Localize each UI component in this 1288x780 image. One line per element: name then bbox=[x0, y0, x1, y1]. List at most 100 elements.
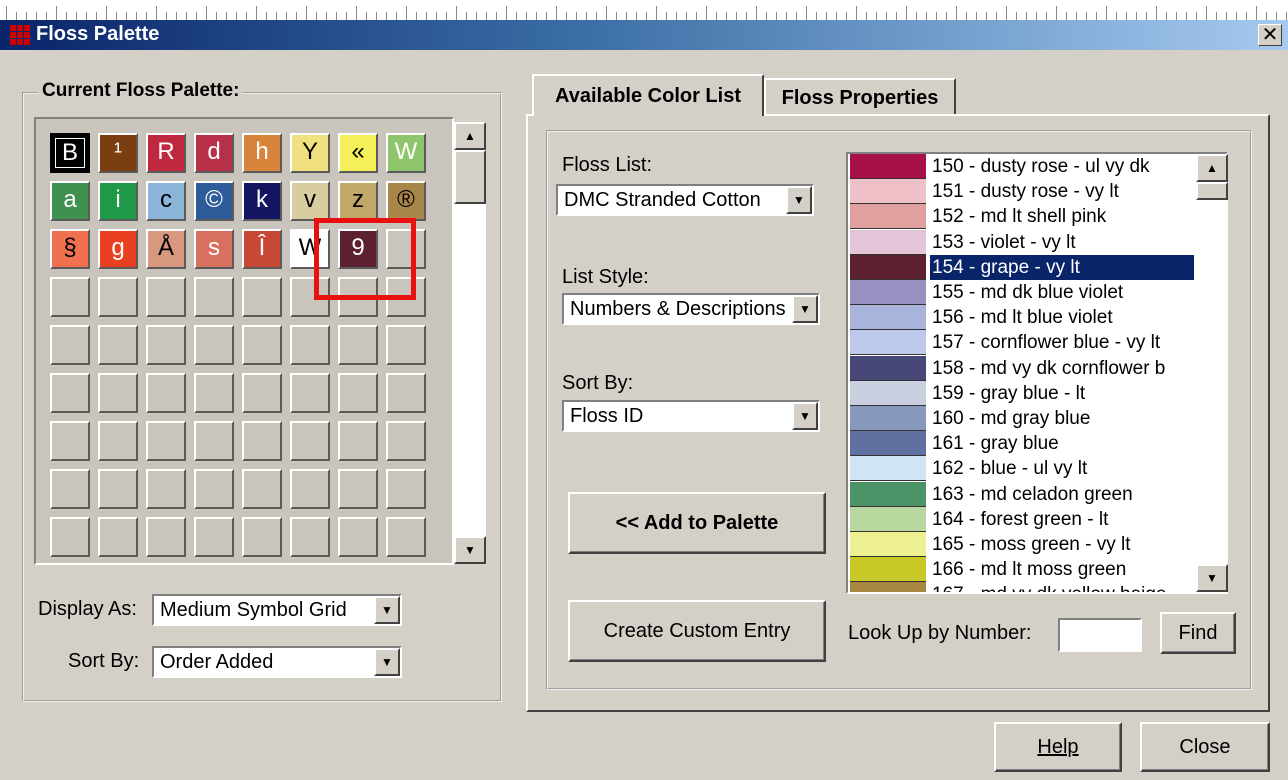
palette-cell-empty[interactable] bbox=[50, 421, 90, 461]
scroll-down-button[interactable]: ▼ bbox=[1196, 564, 1228, 592]
palette-cell[interactable]: v bbox=[290, 181, 330, 221]
scroll-up-button[interactable]: ▲ bbox=[1196, 154, 1228, 182]
palette-cell-empty[interactable] bbox=[194, 277, 234, 317]
list-sort-dropdown[interactable]: Floss ID ▼ bbox=[562, 400, 820, 432]
color-list-scrollbar[interactable]: ▲ ▼ bbox=[1196, 154, 1228, 592]
palette-cell-empty[interactable] bbox=[146, 277, 186, 317]
display-as-dropdown[interactable]: Medium Symbol Grid ▼ bbox=[152, 594, 402, 626]
palette-cell[interactable]: d bbox=[194, 133, 234, 173]
palette-cell-empty[interactable] bbox=[194, 325, 234, 365]
palette-cell-empty[interactable] bbox=[290, 373, 330, 413]
palette-cell-empty[interactable] bbox=[50, 325, 90, 365]
add-to-palette-button[interactable]: << Add to Palette bbox=[568, 492, 826, 554]
floss-list-dropdown[interactable]: DMC Stranded Cotton ▼ bbox=[556, 184, 814, 216]
palette-cell-empty[interactable] bbox=[242, 517, 282, 557]
palette-cell-empty[interactable] bbox=[146, 517, 186, 557]
scroll-down-button[interactable]: ▼ bbox=[454, 536, 486, 564]
color-list-item[interactable]: 165 - moss green - vy lt bbox=[848, 532, 1194, 557]
palette-cell[interactable]: k bbox=[242, 181, 282, 221]
palette-cell-empty[interactable] bbox=[386, 325, 426, 365]
palette-cell[interactable]: « bbox=[338, 133, 378, 173]
scroll-thumb[interactable] bbox=[1196, 182, 1228, 200]
scroll-up-button[interactable]: ▲ bbox=[454, 122, 486, 150]
palette-cell-empty[interactable] bbox=[98, 277, 138, 317]
chevron-down-icon[interactable]: ▼ bbox=[374, 596, 400, 624]
palette-cell-empty[interactable] bbox=[242, 469, 282, 509]
palette-cell-empty[interactable] bbox=[98, 517, 138, 557]
color-list-item[interactable]: 163 - md celadon green bbox=[848, 481, 1194, 507]
list-style-dropdown[interactable]: Numbers & Descriptions ▼ bbox=[562, 293, 820, 325]
color-list-item[interactable]: 152 - md lt shell pink bbox=[848, 204, 1194, 230]
color-list[interactable]: 150 - dusty rose - ul vy dk 151 - dusty r… bbox=[846, 152, 1228, 594]
palette-cell-empty[interactable] bbox=[338, 469, 378, 509]
palette-cell-empty[interactable] bbox=[146, 373, 186, 413]
palette-cell[interactable]: ¹ bbox=[98, 133, 138, 173]
color-list-item[interactable]: 151 - dusty rose - vy lt bbox=[848, 179, 1194, 205]
palette-cell-empty[interactable] bbox=[242, 325, 282, 365]
palette-cell-empty[interactable] bbox=[242, 373, 282, 413]
chevron-down-icon[interactable]: ▼ bbox=[786, 186, 812, 214]
palette-cell[interactable]: ® bbox=[386, 181, 426, 221]
color-list-item[interactable]: 154 - grape - vy lt bbox=[848, 254, 1194, 280]
tab-floss-properties[interactable]: Floss Properties bbox=[764, 78, 956, 114]
color-list-item[interactable]: 167 - md vy dk yellow beige bbox=[848, 582, 1194, 592]
palette-cell-empty[interactable] bbox=[338, 517, 378, 557]
palette-cell[interactable]: B bbox=[50, 133, 90, 173]
palette-cell-empty[interactable] bbox=[50, 517, 90, 557]
palette-cell[interactable]: © bbox=[194, 181, 234, 221]
create-custom-entry-button[interactable]: Create Custom Entry bbox=[568, 600, 826, 662]
color-list-item[interactable]: 157 - cornflower blue - vy lt bbox=[848, 330, 1194, 356]
palette-cell-empty[interactable] bbox=[194, 373, 234, 413]
palette-cell-empty[interactable] bbox=[50, 277, 90, 317]
tab-available-color-list[interactable]: Available Color List bbox=[532, 74, 764, 116]
palette-cell[interactable]: § bbox=[50, 229, 90, 269]
palette-cell-empty[interactable] bbox=[50, 373, 90, 413]
palette-cell-empty[interactable] bbox=[146, 421, 186, 461]
color-list-item[interactable]: 166 - md lt moss green bbox=[848, 557, 1194, 583]
palette-cell[interactable]: Å bbox=[146, 229, 186, 269]
palette-cell[interactable]: a bbox=[50, 181, 90, 221]
palette-cell[interactable]: i bbox=[98, 181, 138, 221]
palette-cell-empty[interactable] bbox=[50, 469, 90, 509]
help-button[interactable]: Help bbox=[994, 722, 1122, 772]
palette-cell-empty[interactable] bbox=[386, 517, 426, 557]
color-list-item[interactable]: 155 - md dk blue violet bbox=[848, 280, 1194, 305]
scroll-thumb[interactable] bbox=[454, 150, 486, 204]
palette-cell-empty[interactable] bbox=[290, 325, 330, 365]
window-close-button[interactable]: ✕ bbox=[1258, 24, 1282, 46]
palette-cell-empty[interactable] bbox=[386, 373, 426, 413]
palette-cell[interactable]: s bbox=[194, 229, 234, 269]
palette-cell-empty[interactable] bbox=[242, 421, 282, 461]
palette-cell-empty[interactable] bbox=[386, 469, 426, 509]
palette-cell-empty[interactable] bbox=[98, 469, 138, 509]
chevron-down-icon[interactable]: ▼ bbox=[792, 295, 818, 323]
close-button[interactable]: Close bbox=[1140, 722, 1270, 772]
color-list-item[interactable]: 160 - md gray blue bbox=[848, 406, 1194, 431]
palette-cell-empty[interactable] bbox=[98, 421, 138, 461]
color-list-item[interactable]: 164 - forest green - lt bbox=[848, 506, 1194, 532]
palette-cell-empty[interactable] bbox=[194, 421, 234, 461]
palette-cell-empty[interactable] bbox=[194, 517, 234, 557]
palette-cell-empty[interactable] bbox=[146, 469, 186, 509]
palette-cell-empty[interactable] bbox=[98, 325, 138, 365]
color-list-item[interactable]: 156 - md lt blue violet bbox=[848, 305, 1194, 331]
color-list-item[interactable]: 159 - gray blue - lt bbox=[848, 380, 1194, 406]
palette-scrollbar[interactable]: ▲ ▼ bbox=[454, 122, 486, 564]
palette-cell-empty[interactable] bbox=[338, 421, 378, 461]
palette-cell-empty[interactable] bbox=[338, 325, 378, 365]
palette-cell-empty[interactable] bbox=[386, 421, 426, 461]
palette-cell-empty[interactable] bbox=[98, 373, 138, 413]
palette-cell[interactable]: g bbox=[98, 229, 138, 269]
palette-cell[interactable]: h bbox=[242, 133, 282, 173]
palette-cell-empty[interactable] bbox=[290, 469, 330, 509]
palette-cell-empty[interactable] bbox=[290, 517, 330, 557]
palette-cell-empty[interactable] bbox=[290, 421, 330, 461]
color-list-item[interactable]: 162 - blue - ul vy lt bbox=[848, 456, 1194, 482]
palette-cell[interactable]: R bbox=[146, 133, 186, 173]
lookup-number-input[interactable] bbox=[1058, 618, 1142, 652]
palette-cell-empty[interactable] bbox=[338, 373, 378, 413]
find-button[interactable]: Find bbox=[1160, 612, 1236, 654]
palette-cell[interactable]: c bbox=[146, 181, 186, 221]
color-list-item[interactable]: 150 - dusty rose - ul vy dk bbox=[848, 154, 1194, 179]
palette-cell[interactable]: W bbox=[386, 133, 426, 173]
